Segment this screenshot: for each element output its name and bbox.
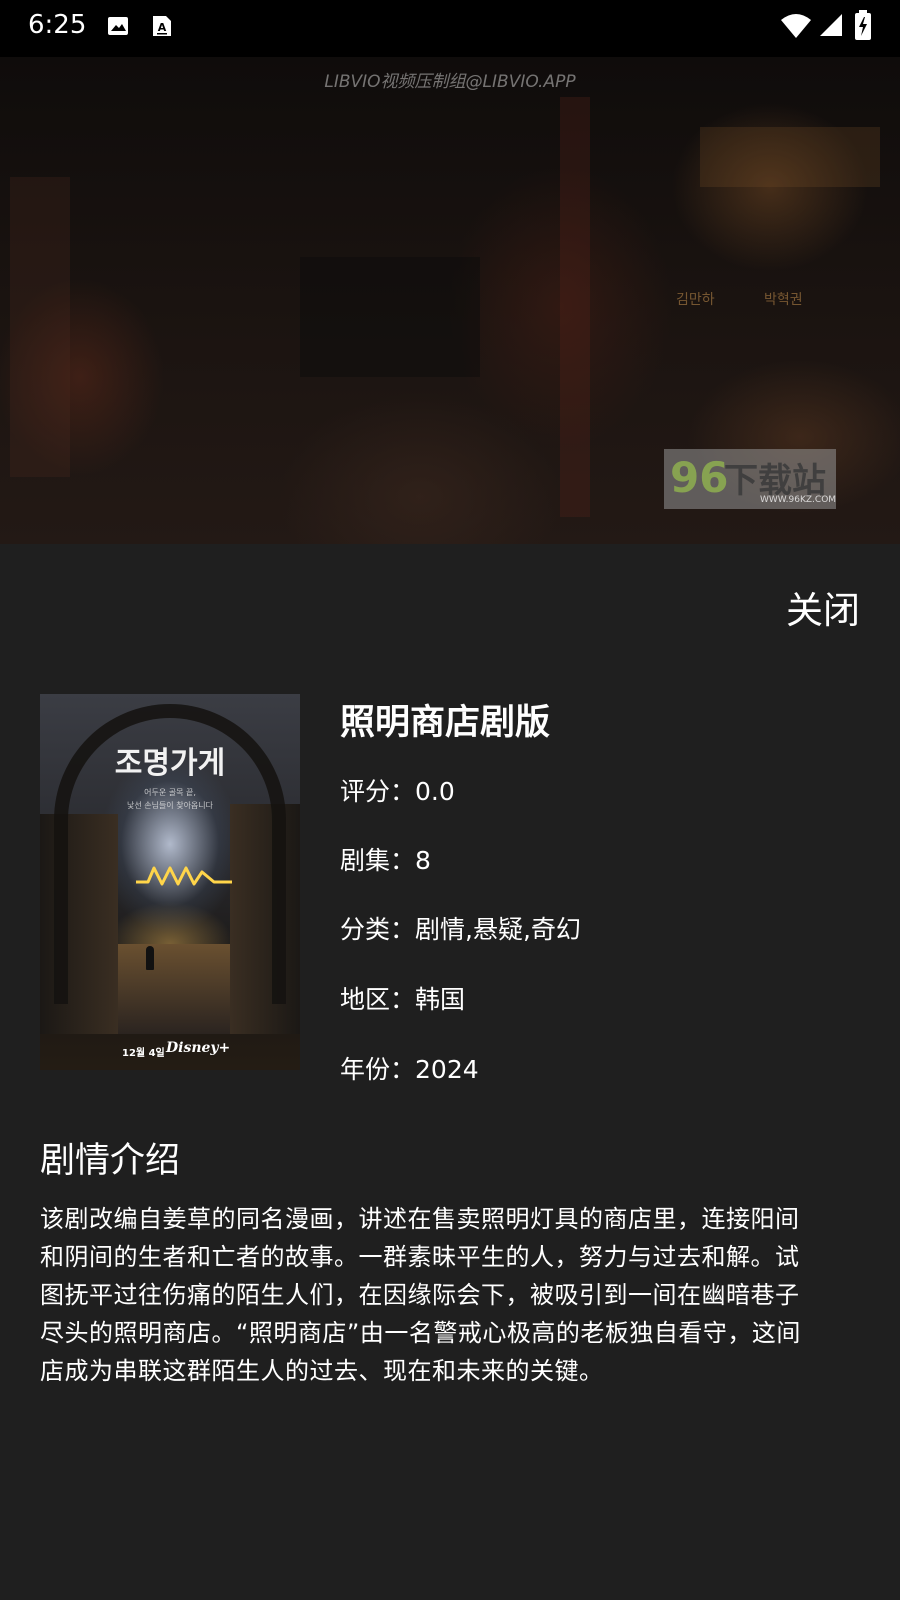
info-value: 0.0 xyxy=(415,777,455,806)
synopsis-line: 和阴间的生者和亡者的故事。一群素昧平生的人，努力与过去和解。试 xyxy=(40,1243,800,1271)
info-label: 剧集： xyxy=(340,846,416,875)
status-bar: 6:25 A xyxy=(0,0,900,57)
synopsis-heading: 剧情介绍 xyxy=(40,1141,181,1181)
synopsis-line: 店成为串联这群陌生人的过去、现在和未来的关键。 xyxy=(40,1357,604,1385)
info-label: 地区： xyxy=(340,985,416,1014)
poster-date: 12월 4일 xyxy=(122,1048,165,1059)
synopsis-text: 该剧改编自姜草的同名漫画，讲述在售卖照明灯具的商店里，连接阳间 和阴间的生者和亡… xyxy=(40,1200,860,1390)
site-logo-number: 96 xyxy=(670,453,729,502)
svg-text:A: A xyxy=(158,21,167,34)
info-label: 分类： xyxy=(340,915,416,944)
site-logo-url: WWW.96KZ.COM xyxy=(760,495,837,505)
image-icon xyxy=(106,14,130,38)
info-label: 年份： xyxy=(340,1055,416,1084)
video-caption: 박혁권 xyxy=(764,292,803,308)
poster-tagline: 어두운 골목 끝, 낯선 손님들이 찾아옵니다 xyxy=(40,786,300,812)
cellular-signal-icon xyxy=(818,12,844,38)
info-value: 剧情,悬疑,奇幻 xyxy=(415,915,581,944)
info-value: 2024 xyxy=(415,1055,479,1084)
synopsis-line: 该剧改编自姜草的同名漫画，讲述在售卖照明灯具的商店里，连接阳间 xyxy=(40,1205,800,1233)
show-title: 照明商店剧版 xyxy=(340,703,551,743)
synopsis-line: 尽头的照明商店。“照明商店”由一名警戒心极高的老板独自看守，这间 xyxy=(40,1319,801,1347)
info-row-genre: 分类：剧情,悬疑,奇幻 xyxy=(340,910,581,946)
site-logo-watermark: 96 下载站 WWW.96KZ.COM xyxy=(664,449,836,509)
info-label: 评分： xyxy=(340,777,416,806)
info-row-episodes: 剧集：8 xyxy=(340,841,431,877)
close-button[interactable]: 关闭 xyxy=(786,580,860,634)
poster-brand: Disney+ xyxy=(166,1040,231,1056)
poster-tagline-line: 어두운 골목 끝, xyxy=(144,788,196,797)
video-player[interactable]: LIBVIO视频压制组@LIBVIO.APP 김만하 박혁권 96 下载站 WW… xyxy=(0,57,900,544)
poster-tagline-line: 낯선 손님들이 찾아옵니다 xyxy=(126,801,214,810)
wifi-icon xyxy=(780,12,812,40)
info-value: 韩国 xyxy=(415,985,466,1014)
info-row-year: 年份：2024 xyxy=(340,1050,479,1086)
info-row-rating: 评分：0.0 xyxy=(340,772,455,808)
poster-figure xyxy=(146,946,154,970)
info-value: 8 xyxy=(415,846,431,875)
poster-image: 조명가게 어두운 골목 끝, 낯선 손님들이 찾아옵니다 12월 4일 Disn… xyxy=(40,694,300,1070)
video-caption: 김만하 xyxy=(676,292,715,308)
poster-title: 조명가게 xyxy=(114,746,226,781)
a-text-icon: A xyxy=(150,14,174,38)
video-watermark: LIBVIO视频压制组@LIBVIO.APP xyxy=(324,72,576,92)
status-time: 6:25 xyxy=(28,10,87,40)
info-row-region: 地区：韩国 xyxy=(340,980,465,1016)
battery-charging-icon xyxy=(854,10,872,40)
synopsis-line: 图抚平过往伤痛的陌生人们，在因缘际会下，被吸引到一间在幽暗巷子 xyxy=(40,1281,800,1309)
